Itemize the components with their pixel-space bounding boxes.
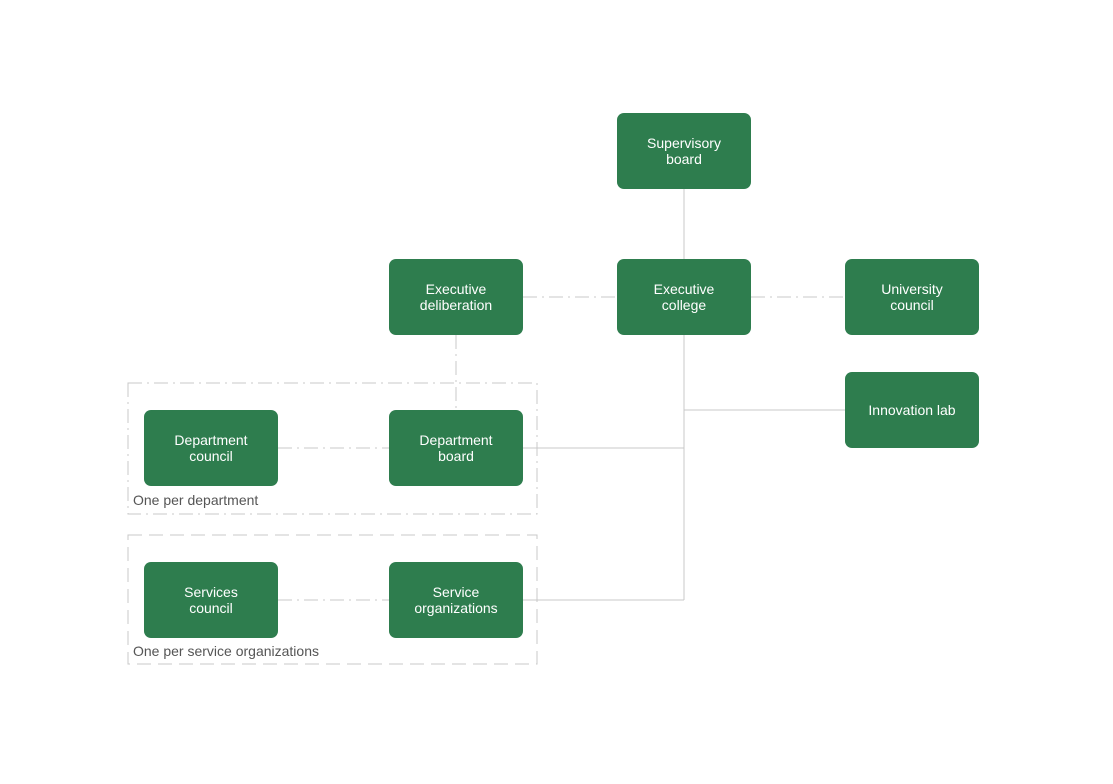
node-innovation-lab[interactable]: Innovation lab bbox=[845, 372, 979, 448]
group-department-label: One per department bbox=[133, 492, 259, 508]
org-chart: Supervisory board Executive deliberation… bbox=[0, 0, 1113, 784]
node-services-council[interactable]: Services council bbox=[144, 562, 278, 638]
node-service-organizations[interactable]: Service organizations bbox=[389, 562, 523, 638]
group-service-label: One per service organizations bbox=[133, 643, 319, 659]
node-department-board[interactable]: Department board bbox=[389, 410, 523, 486]
node-executive-deliberation[interactable]: Executive deliberation bbox=[389, 259, 523, 335]
node-university-council[interactable]: University council bbox=[845, 259, 979, 335]
node-executive-college[interactable]: Executive college bbox=[617, 259, 751, 335]
node-department-council[interactable]: Department council bbox=[144, 410, 278, 486]
node-supervisory-board[interactable]: Supervisory board bbox=[617, 113, 751, 189]
